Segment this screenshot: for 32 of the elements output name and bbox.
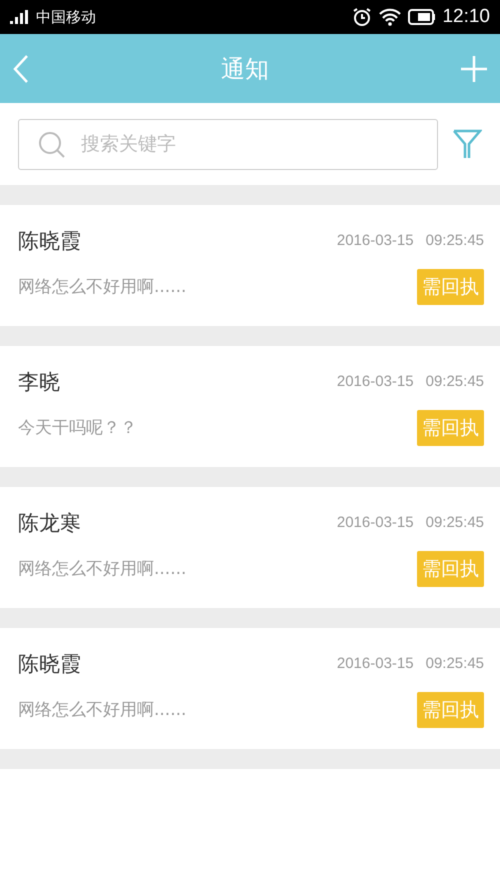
search-icon <box>38 130 66 158</box>
notice-time: 09:25:45 <box>426 655 484 672</box>
notice-time: 09:25:45 <box>426 514 484 531</box>
notice-date: 2016-03-15 <box>336 373 414 390</box>
signal-icon <box>10 10 30 24</box>
notice-message: 网络怎么不好用啊...... <box>18 276 188 298</box>
filter-button[interactable] <box>452 128 482 160</box>
notice-date: 2016-03-15 <box>336 232 414 249</box>
notice-time: 09:25:45 <box>426 232 484 249</box>
page-title: 通知 <box>221 54 269 84</box>
notice-date: 2016-03-15 <box>336 514 414 531</box>
sender-name: 陈龙寒 <box>18 510 82 536</box>
receipt-badge: 需回执 <box>417 550 484 586</box>
notice-date: 2016-03-15 <box>336 655 414 672</box>
notice-message: 网络怎么不好用啊...... <box>18 699 188 721</box>
carrier-name: 中国移动 <box>36 8 96 26</box>
wifi-icon <box>378 8 402 26</box>
back-button[interactable] <box>12 54 30 84</box>
receipt-badge: 需回执 <box>417 692 484 728</box>
battery-icon <box>408 9 436 25</box>
sender-name: 陈晓霞 <box>18 650 82 678</box>
clock-time: 12:10 <box>442 6 490 28</box>
sender-name: 陈晓霞 <box>18 228 82 254</box>
notice-message: 网络怎么不好用啊...... <box>18 558 188 580</box>
alarm-icon <box>352 7 372 27</box>
notice-message: 今天干吗呢？？ <box>18 417 138 439</box>
receipt-badge: 需回执 <box>417 268 484 304</box>
search-field[interactable]: 搜索关键字 <box>18 118 438 170</box>
sender-name: 李晓 <box>18 368 61 396</box>
add-button[interactable] <box>460 54 488 82</box>
receipt-badge: 需回执 <box>417 410 484 446</box>
notice-time: 09:25:45 <box>426 373 484 390</box>
